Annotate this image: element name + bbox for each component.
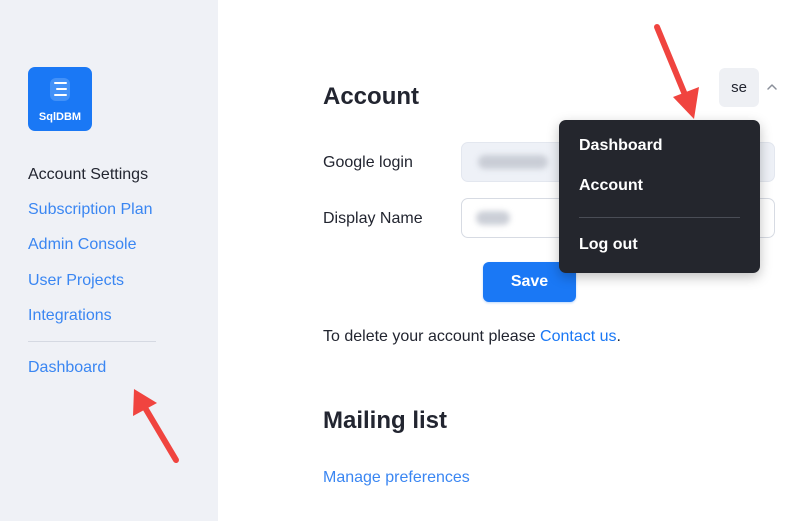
sidebar: SqlDBM Account Settings Subscription Pla… [0, 0, 218, 521]
display-name-label: Display Name [323, 210, 423, 227]
account-title: Account [323, 83, 419, 110]
menu-item-log-out[interactable]: Log out [579, 236, 638, 254]
sidebar-item-admin-console[interactable]: Admin Console [28, 236, 137, 254]
chevron-up-icon[interactable] [765, 80, 779, 94]
contact-us-link[interactable]: Contact us [540, 328, 616, 345]
logo-text: SqlDBM [38, 111, 82, 123]
menu-item-account[interactable]: Account [579, 177, 643, 195]
user-avatar-button[interactable]: se [719, 68, 759, 107]
user-dropdown-menu: Dashboard Account Log out [559, 120, 760, 273]
redacted-display-name [476, 211, 510, 225]
sidebar-divider [28, 341, 156, 342]
sidebar-item-integrations[interactable]: Integrations [28, 307, 112, 325]
manage-preferences-link[interactable]: Manage preferences [323, 469, 470, 487]
sidebar-item-account-settings[interactable]: Account Settings [28, 166, 148, 184]
mailing-list-title: Mailing list [323, 407, 448, 434]
redacted-email [478, 155, 548, 169]
menu-divider [579, 217, 740, 218]
menu-item-dashboard[interactable]: Dashboard [579, 137, 663, 155]
arrow-to-menu-dashboard [654, 24, 699, 119]
sidebar-item-subscription-plan[interactable]: Subscription Plan [28, 201, 153, 219]
delete-account-text: To delete your account please Contact us… [323, 328, 621, 346]
google-login-label: Google login [323, 154, 413, 171]
delete-account-prefix: To delete your account please [323, 328, 541, 345]
delete-account-suffix: . [616, 328, 621, 345]
sidebar-item-dashboard[interactable]: Dashboard [28, 359, 106, 377]
sidebar-item-user-projects[interactable]: User Projects [28, 272, 124, 290]
sqldbm-logo[interactable]: SqlDBM [28, 67, 92, 131]
